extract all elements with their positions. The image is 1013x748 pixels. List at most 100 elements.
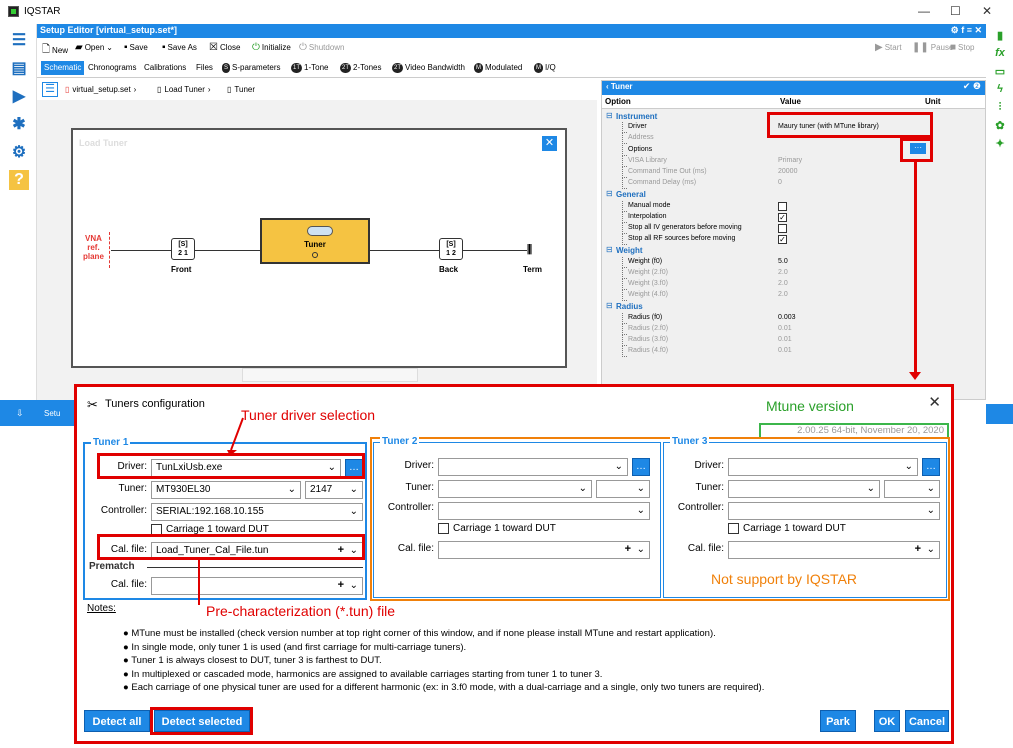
- debug-icon[interactable]: ✱: [9, 114, 29, 134]
- prematch-cal-select[interactable]: + ⌄: [151, 577, 363, 595]
- property-checkbox[interactable]: [778, 201, 787, 211]
- minimize-button[interactable]: —: [918, 4, 930, 18]
- breadcrumb-item[interactable]: ▯ Load Tuner ›: [157, 85, 211, 94]
- equalizer-icon[interactable]: ⫶: [993, 100, 1007, 114]
- save-as-button[interactable]: ▪ Save As: [162, 42, 197, 53]
- breadcrumb-item[interactable]: ▯ virtual_setup.set ›: [65, 85, 136, 94]
- tuner-block[interactable]: Tuner: [260, 218, 370, 264]
- property-checkbox[interactable]: ✓: [778, 235, 787, 245]
- park-button[interactable]: Park: [820, 710, 856, 732]
- sparkle-icon[interactable]: ✦: [993, 136, 1007, 150]
- print-icon[interactable]: ▭: [993, 64, 1007, 78]
- property-row[interactable]: Weight (2.f0) 2.0: [602, 267, 985, 279]
- function-icon[interactable]: fx: [993, 46, 1007, 60]
- property-group[interactable]: ⊟ Weight: [602, 245, 985, 256]
- property-row[interactable]: Radius (4.f0) 0.01: [602, 346, 985, 358]
- property-row[interactable]: Radius (3.f0) 0.01: [602, 335, 985, 346]
- tab-s-parameters[interactable]: S S-parameters: [219, 61, 283, 75]
- setup-icon[interactable]: ▤: [9, 58, 29, 78]
- property-value[interactable]: 20000: [778, 168, 797, 175]
- breadcrumb-item[interactable]: ▯ Tuner: [227, 85, 255, 94]
- property-group[interactable]: ⊟ Radius: [602, 301, 985, 312]
- calculator-icon[interactable]: ▮: [993, 28, 1007, 42]
- controller-select[interactable]: SERIAL:192.168.10.155 ⌄: [151, 503, 363, 521]
- dialog-close-button[interactable]: ✕: [928, 393, 941, 411]
- property-value[interactable]: 0: [778, 179, 782, 186]
- tab-1-tone[interactable]: 1T 1-Tone: [288, 61, 331, 75]
- power-icon[interactable]: ϟ: [993, 82, 1007, 96]
- tab-modulated[interactable]: M Modulated: [471, 61, 525, 75]
- pause-button[interactable]: ❚❚ Pause: [912, 42, 953, 53]
- ok-button[interactable]: OK: [874, 710, 900, 732]
- open-button[interactable]: ▰ Open ⌄: [75, 42, 113, 53]
- property-row[interactable]: Weight (4.f0) 2.0: [602, 290, 985, 302]
- tuner-select[interactable]: ⌄: [728, 480, 880, 498]
- tuner-sn-select[interactable]: ⌄: [596, 480, 650, 498]
- options-more-button[interactable]: ···: [910, 143, 926, 154]
- shutdown-button[interactable]: ⏻ Shutdown: [299, 42, 345, 53]
- property-value[interactable]: 2.0: [778, 280, 788, 287]
- tab-calibrations[interactable]: Calibrations: [141, 61, 189, 75]
- close-button[interactable]: ☒ Close: [209, 42, 240, 53]
- termination-icon[interactable]: ⫼: [527, 244, 532, 257]
- collapse-icon[interactable]: ⊟: [606, 189, 613, 198]
- cal-file-select[interactable]: + ⌄: [438, 541, 650, 559]
- property-value[interactable]: 0.01: [778, 336, 792, 343]
- save-button[interactable]: ▪ Save: [124, 42, 148, 53]
- tab-schematic[interactable]: Schematic: [41, 61, 85, 75]
- property-row[interactable]: Interpolation ✓: [602, 211, 985, 223]
- property-value[interactable]: 2.0: [778, 291, 788, 298]
- property-group[interactable]: ⊟ General: [602, 189, 985, 200]
- property-row[interactable]: Command Delay (ms) 0: [602, 178, 985, 190]
- tuner-select[interactable]: MT930EL30 ⌄: [151, 481, 301, 499]
- property-value[interactable]: 2.0: [778, 269, 788, 276]
- hamburger-icon[interactable]: ☰: [42, 82, 58, 97]
- property-value[interactable]: Primary: [778, 157, 802, 164]
- properties-header-icons[interactable]: ✔ ❷: [963, 81, 981, 92]
- console-icon[interactable]: ▶: [9, 86, 29, 106]
- tuner-sn-select[interactable]: ⌄: [884, 480, 940, 498]
- cal-file-select[interactable]: + ⌄: [728, 541, 940, 559]
- driver-browse-button[interactable]: …: [632, 458, 650, 476]
- tab-files[interactable]: Files: [193, 61, 216, 75]
- property-row[interactable]: Radius (2.f0) 0.01: [602, 323, 985, 335]
- collapse-icon[interactable]: ⊟: [606, 245, 613, 254]
- property-value[interactable]: 5.0: [778, 258, 788, 265]
- driver-browse-button[interactable]: …: [922, 458, 940, 476]
- new-button[interactable]: 🗋 New: [42, 42, 68, 59]
- tuner-select[interactable]: ⌄: [438, 480, 592, 498]
- property-value[interactable]: 0.003: [778, 314, 796, 321]
- property-row[interactable]: Weight (f0) 5.0: [602, 256, 985, 268]
- tab-2-tones[interactable]: 2T 2-Tones: [337, 61, 384, 75]
- detect-selected-button[interactable]: Detect selected: [154, 710, 250, 732]
- driver-select[interactable]: ⌄: [728, 458, 918, 476]
- editor-header-icons[interactable]: ⚙ f ≡ ✕: [951, 25, 982, 36]
- property-row[interactable]: Command Time Out (ms) 20000: [602, 167, 985, 178]
- front-block[interactable]: [S] 2 1: [171, 238, 195, 260]
- tab-chronograms[interactable]: Chronograms: [85, 61, 139, 75]
- bug-icon[interactable]: ✿: [993, 118, 1007, 132]
- property-value[interactable]: 0.01: [778, 347, 792, 354]
- property-value[interactable]: 0.01: [778, 325, 792, 332]
- close-icon[interactable]: ✕: [542, 136, 557, 151]
- carriage-checkbox[interactable]: [728, 523, 739, 534]
- maximize-button[interactable]: ☐: [950, 4, 961, 18]
- collapse-icon[interactable]: ⊟: [606, 111, 613, 120]
- menu-icon[interactable]: ☰: [9, 30, 29, 50]
- initialize-button[interactable]: ⏻ Initialize: [252, 42, 291, 53]
- start-button[interactable]: ▶ Start: [875, 42, 902, 53]
- carriage-checkbox[interactable]: [438, 523, 449, 534]
- collapse-icon[interactable]: ⊟: [606, 301, 613, 310]
- stop-button[interactable]: ■ Stop: [950, 42, 975, 53]
- property-row[interactable]: Manual mode: [602, 200, 985, 212]
- property-row[interactable]: Stop all IV generators before moving: [602, 223, 985, 234]
- property-row[interactable]: Radius (f0) 0.003: [602, 312, 985, 324]
- cancel-button[interactable]: Cancel: [905, 710, 949, 732]
- property-row[interactable]: Weight (3.f0) 2.0: [602, 279, 985, 290]
- tab-iq[interactable]: M I/Q: [531, 61, 559, 75]
- tuner-sn-select[interactable]: 2147 ⌄: [305, 481, 363, 499]
- driver-select[interactable]: ⌄: [438, 458, 628, 476]
- property-row[interactable]: Stop all RF sources before moving ✓: [602, 234, 985, 246]
- detect-all-button[interactable]: Detect all: [84, 710, 150, 732]
- controller-select[interactable]: ⌄: [438, 502, 650, 520]
